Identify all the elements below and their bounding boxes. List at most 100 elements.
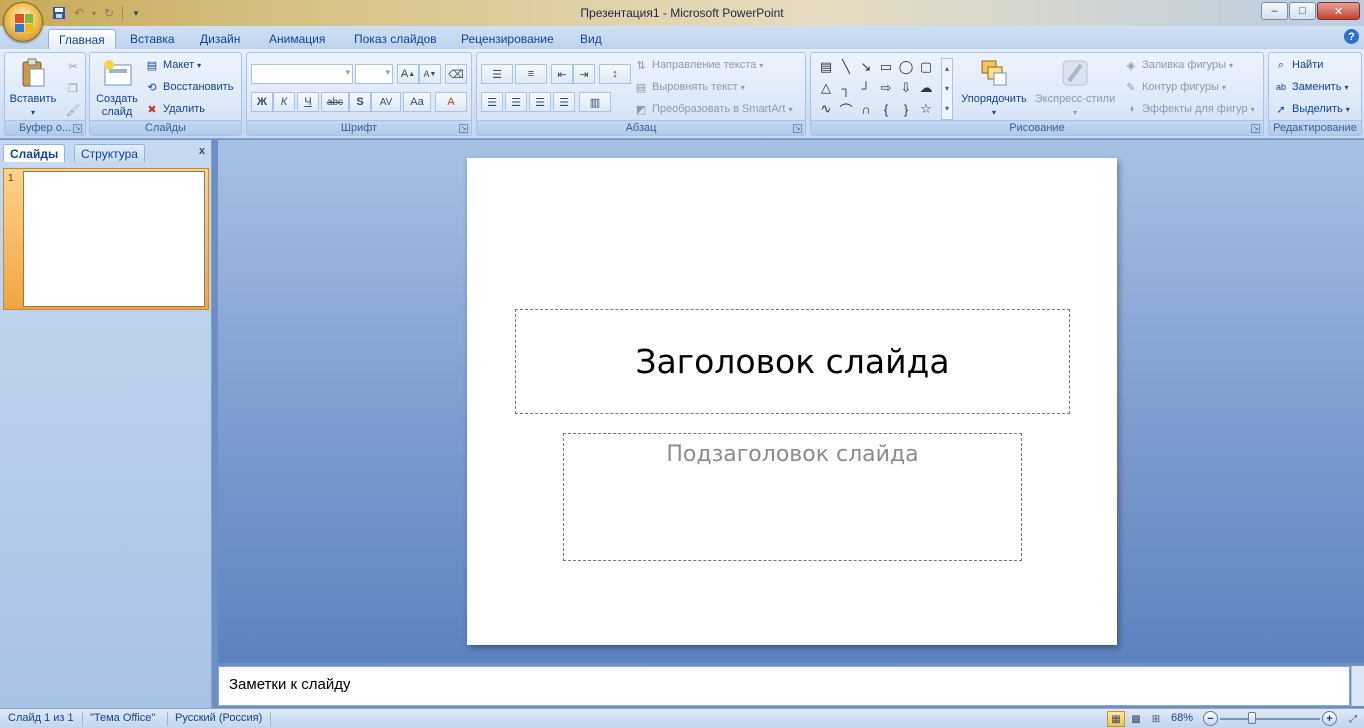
tab-slideshow[interactable]: Показ слайдов	[344, 29, 447, 49]
redo-icon[interactable]: ↻	[100, 4, 118, 22]
slide-thumbnail-selected[interactable]: 1	[3, 168, 209, 310]
tab-outline[interactable]: Структура	[74, 144, 145, 162]
italic-button[interactable]: К	[273, 92, 295, 112]
freeform-shape-icon[interactable]: ∿	[817, 100, 835, 118]
delete-slide-button[interactable]: ✖ Удалить	[144, 100, 205, 118]
clear-format-icon[interactable]: ⌫	[445, 64, 467, 84]
clipboard-launcher-icon[interactable]: ↘	[73, 124, 82, 133]
rectangle-shape-icon[interactable]: ▭	[877, 58, 895, 76]
flowchart-shape-icon[interactable]: ☁	[917, 79, 935, 97]
shape-effects-button[interactable]: ◑ Эффекты для фигур ▾	[1123, 100, 1255, 118]
office-button[interactable]	[3, 2, 43, 42]
columns-button[interactable]: ▥	[579, 92, 611, 112]
zoom-slider-thumb[interactable]	[1248, 712, 1256, 724]
font-color-button[interactable]: A	[435, 92, 467, 112]
star-shape-icon[interactable]: ☆	[917, 100, 935, 118]
textbox-shape-icon[interactable]: ▤	[817, 58, 835, 76]
minimize-button[interactable]: –	[1261, 2, 1288, 20]
zoom-slider-track[interactable]	[1220, 718, 1320, 720]
down-arrow-shape-icon[interactable]: ⇩	[897, 79, 915, 97]
shadow-button[interactable]: S	[349, 92, 371, 112]
close-panel-icon[interactable]: x	[199, 145, 205, 157]
quick-styles-button[interactable]: Экспресс-стили ▾	[1033, 57, 1117, 119]
left-brace-shape-icon[interactable]: {	[877, 100, 895, 118]
char-spacing-button[interactable]: AV	[371, 92, 401, 112]
font-launcher-icon[interactable]: ↘	[459, 124, 468, 133]
font-size-select[interactable]	[355, 64, 393, 84]
line-shape-icon[interactable]: ╲	[837, 58, 855, 76]
underline-button[interactable]: Ч	[297, 92, 319, 112]
slide-canvas[interactable]: Заголовок слайда Подзаголовок слайда	[467, 158, 1117, 645]
zoom-out-button[interactable]: −	[1203, 711, 1218, 726]
notes-pane[interactable]: Заметки к слайду	[218, 666, 1350, 706]
shapes-scroll[interactable]: ▴ ▾ ▾	[941, 58, 953, 120]
normal-view-icon[interactable]: ▦	[1107, 711, 1125, 727]
increase-indent-button[interactable]: ⇥	[573, 64, 595, 84]
elbow-connector-shape-icon[interactable]: ┐	[837, 79, 855, 97]
triangle-shape-icon[interactable]: △	[817, 79, 835, 97]
tab-review[interactable]: Рецензирование	[451, 29, 564, 49]
paste-button[interactable]: Вставить ▾	[7, 57, 59, 119]
smartart-button[interactable]: ◩ Преобразовать в SmartArt ▾	[633, 100, 793, 118]
tab-design[interactable]: Дизайн	[190, 29, 250, 49]
find-button[interactable]: ⌕ Найти	[1273, 56, 1323, 74]
reset-button[interactable]: ⟲ Восстановить	[144, 78, 233, 96]
change-case-button[interactable]: Aa	[403, 92, 431, 112]
layout-button[interactable]: ▤ Макет ▾	[144, 56, 201, 74]
drawing-launcher-icon[interactable]: ↘	[1251, 124, 1260, 133]
subtitle-placeholder[interactable]: Подзаголовок слайда	[563, 433, 1022, 561]
notes-scrollbar[interactable]	[1351, 666, 1364, 706]
fit-to-window-icon[interactable]: ⤢	[1344, 711, 1362, 727]
close-button[interactable]: ✕	[1317, 2, 1360, 20]
paragraph-launcher-icon[interactable]: ↘	[793, 124, 802, 133]
language-status[interactable]: Русский (Россия)	[175, 712, 262, 724]
elbow-arrow-shape-icon[interactable]: ┘	[857, 79, 875, 97]
tab-slides[interactable]: Слайды	[3, 144, 66, 162]
zoom-level[interactable]: 68%	[1171, 712, 1193, 724]
align-left-button[interactable]: ☰	[481, 92, 503, 112]
tab-insert[interactable]: Вставка	[120, 29, 185, 49]
curve-shape-icon[interactable]: ∩	[857, 100, 875, 118]
maximize-button[interactable]: □	[1289, 2, 1316, 20]
arc-shape-icon[interactable]: ⌒	[837, 100, 855, 118]
zoom-in-button[interactable]: +	[1322, 711, 1337, 726]
shrink-font-button[interactable]: A ▼	[419, 64, 441, 84]
oval-shape-icon[interactable]: ◯	[897, 58, 915, 76]
tab-view[interactable]: Вид	[570, 29, 612, 49]
select-button[interactable]: ➚ Выделить ▾	[1273, 100, 1349, 118]
save-icon[interactable]	[50, 4, 68, 22]
font-name-select[interactable]	[251, 64, 353, 84]
tab-home[interactable]: Главная	[48, 29, 116, 49]
arrange-button[interactable]: Упорядочить ▾	[959, 57, 1029, 119]
text-direction-button[interactable]: ⇅ Направление текста ▾	[633, 56, 763, 74]
undo-icon[interactable]: ↶	[70, 4, 88, 22]
slideshow-view-icon[interactable]: ⊞	[1147, 711, 1165, 727]
arrow-line-shape-icon[interactable]: ↘	[857, 58, 875, 76]
grow-font-button[interactable]: A ▲	[397, 64, 419, 84]
replace-button[interactable]: ab Заменить ▾	[1273, 78, 1348, 96]
bullets-button[interactable]: ☰	[481, 64, 513, 84]
format-painter-button[interactable]: 🖌	[65, 101, 81, 119]
align-text-button[interactable]: ▤ Выровнять текст ▾	[633, 78, 745, 96]
numbering-button[interactable]: ≡	[515, 64, 547, 84]
bold-button[interactable]: Ж	[251, 92, 273, 112]
help-icon[interactable]: ?	[1344, 29, 1359, 44]
align-right-button[interactable]: ☰	[529, 92, 551, 112]
shape-outline-button[interactable]: ✎ Контур фигуры ▾	[1123, 78, 1226, 96]
cut-button[interactable]: ✂	[65, 57, 81, 75]
slide-thumbnail[interactable]	[23, 171, 205, 307]
title-placeholder[interactable]: Заголовок слайда	[515, 309, 1070, 414]
rounded-rect-shape-icon[interactable]: ▢	[917, 58, 935, 76]
line-spacing-button[interactable]: ↕	[599, 64, 631, 84]
align-center-button[interactable]: ☰	[505, 92, 527, 112]
copy-button[interactable]: ❐	[65, 79, 81, 97]
undo-dropdown-icon[interactable]: ▾	[90, 4, 98, 22]
theme-status[interactable]: "Тема Office"	[90, 712, 155, 724]
new-slide-button[interactable]: Создать слайд	[91, 57, 143, 119]
slide-sorter-view-icon[interactable]: ▩	[1127, 711, 1145, 727]
justify-button[interactable]: ☰	[553, 92, 575, 112]
tab-animation[interactable]: Анимация	[259, 29, 335, 49]
right-brace-shape-icon[interactable]: }	[897, 100, 915, 118]
shape-fill-button[interactable]: ◈ Заливка фигуры ▾	[1123, 56, 1233, 74]
decrease-indent-button[interactable]: ⇤	[551, 64, 573, 84]
